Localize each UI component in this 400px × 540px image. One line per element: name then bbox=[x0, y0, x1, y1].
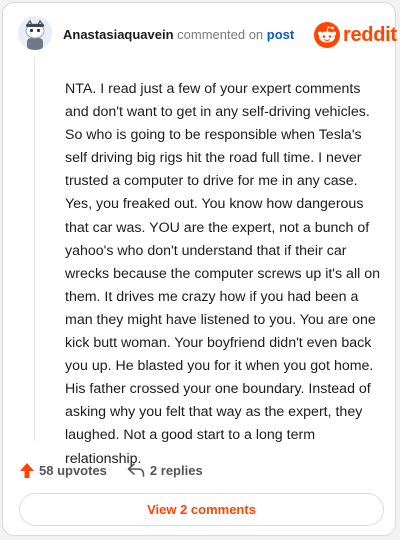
user-avatar[interactable] bbox=[18, 16, 52, 50]
post-link[interactable]: post bbox=[267, 27, 294, 42]
username-link[interactable]: Anastasiaquavein bbox=[63, 27, 174, 42]
reddit-brand[interactable]: reddit bbox=[314, 22, 397, 48]
snoo-avatar-icon bbox=[18, 16, 52, 50]
comment-card: Anastasiaquavein commented on post reddi… bbox=[2, 2, 397, 536]
view-comments-label: View 2 comments bbox=[147, 502, 256, 517]
reply-arrow-icon bbox=[127, 463, 145, 477]
comment-body: NTA. I read just a few of your expert co… bbox=[65, 78, 383, 471]
thread-line bbox=[34, 57, 35, 441]
comment-paragraph: NTA. I read just a few of your expert co… bbox=[65, 81, 380, 467]
upvote-arrow-icon bbox=[20, 462, 34, 478]
upvote-button[interactable]: 58 upvotes bbox=[19, 462, 107, 479]
brand-wordmark: reddit bbox=[343, 23, 397, 46]
replies-button[interactable]: 2 replies bbox=[127, 462, 203, 478]
upvote-count: 58 upvotes bbox=[39, 462, 107, 478]
comment-header: Anastasiaquavein commented on post bbox=[63, 27, 294, 42]
replies-count: 2 replies bbox=[149, 462, 203, 478]
action-text: commented on bbox=[177, 27, 264, 42]
comment-actions: 58 upvotes 2 replies bbox=[19, 459, 203, 481]
view-comments-button[interactable]: View 2 comments bbox=[19, 493, 384, 526]
reddit-logo-icon bbox=[314, 22, 340, 48]
